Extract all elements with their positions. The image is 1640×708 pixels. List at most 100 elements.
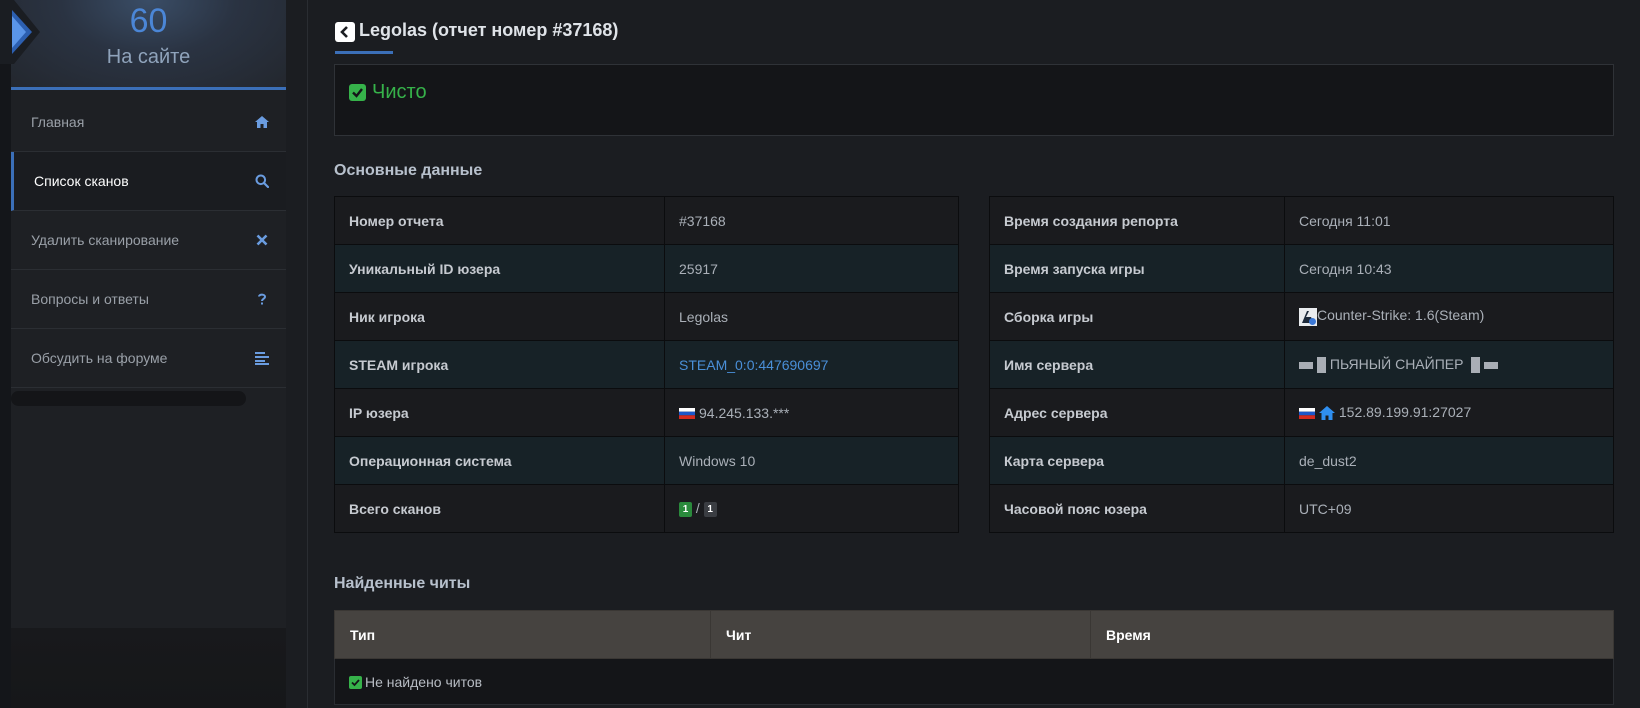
row-key: Имя сервера [989,340,1285,389]
window-edge [0,0,11,708]
cheats-table: Тип Чит Время Не найдено читов [334,610,1614,705]
table-row: Ник игрока Legolas [334,292,959,341]
row-value: Legolas [664,292,959,341]
content-divider [307,0,308,708]
server-name-value: ПЬЯНЫЙ СНАЙПЕР [1329,355,1464,372]
page-title: Legolas (отчет номер #37168) [359,20,619,40]
table-row: Время создания репорта Сегодня 11:01 [989,196,1614,245]
ip-value: 94.245.133.*** [699,404,790,421]
sidebar-item-scan-list[interactable]: Список сканов [11,152,286,211]
russia-flag-icon [1299,407,1315,419]
table-row: Сборка игры Counter-Strike: 1.6(Steam) [989,292,1614,341]
status-text: Чисто [372,81,427,103]
scans-separator: / [695,500,700,517]
search-icon [255,174,269,188]
russia-flag-icon [679,408,695,420]
sidebar-item-faq[interactable]: Вопросы и ответы [11,270,286,329]
column-header-time[interactable]: Время [1090,610,1614,659]
scans-badge-clean: 1 [679,501,692,517]
table-header-row: Тип Чит Время [334,610,1614,659]
info-table-left: Номер отчета #37168 Уникальный ID юзера … [334,196,959,533]
check-square-icon [349,676,362,690]
sidebar-scrollbar[interactable] [11,391,246,406]
sidebar-item-label: Список сканов [34,173,129,189]
row-value: 25917 [664,244,959,293]
server-name-cell: ПЬЯНЫЙ СНАЙПЕР [1284,340,1614,389]
table-row: Номер отчета #37168 [334,196,959,245]
sidebar-menu: Главная Список сканов Удалить сканирован… [11,93,286,388]
table-row: Не найдено читов [334,658,1614,705]
steam-id-cell: STEAM_0:0:447690697 [664,340,959,389]
row-key: Всего сканов [334,484,665,533]
block-glyph-icon [1471,357,1481,374]
row-key: Ник игрока [334,292,665,341]
sidebar-item-label: Обсудить на форуме [31,350,168,366]
sidebar-item-home[interactable]: Главная [11,93,286,152]
online-count: 60 [129,2,168,40]
table-row: IP юзера 94.245.133.*** [334,388,959,437]
block-glyph-icon [1299,361,1313,369]
game-build-value: Counter-Strike: 1.6(Steam) [1317,307,1485,324]
row-key: Часовой пояс юзера [989,484,1285,533]
sidebar-footer [11,628,286,708]
sidebar-item-label: Вопросы и ответы [31,291,149,307]
row-key: Сборка игры [989,292,1285,341]
table-row: Всего сканов 1 / 1 [334,484,959,533]
table-row: Часовой пояс юзера UTC+09 [989,484,1614,533]
online-label: На сайте [106,46,191,68]
scans-cell: 1 / 1 [664,484,959,533]
sidebar: 60 На сайте Главная Список сканов Удалит… [0,0,286,628]
row-value: UTC+09 [1284,484,1614,533]
close-icon [256,234,268,246]
chevron-left-icon [340,26,348,38]
main-data-title: Основные данные [334,162,483,179]
row-key: Карта сервера [989,436,1285,485]
row-key: Время создания репорта [989,196,1285,245]
title-underline [335,51,393,54]
row-key: Адрес сервера [989,388,1285,437]
table-row: Карта сервера de_dust2 [989,436,1614,485]
column-header-cheat[interactable]: Чит [710,610,1091,659]
row-key: Номер отчета [334,196,665,245]
ip-cell: 94.245.133.*** [664,388,959,437]
steam-id-link[interactable]: STEAM_0:0:447690697 [679,357,828,373]
sidebar-item-label: Удалить сканирование [31,232,180,248]
row-key: IP юзера [334,388,665,437]
table-row: STEAM игрока STEAM_0:0:447690697 [334,340,959,389]
home-icon [255,116,269,128]
row-value: Windows 10 [664,436,959,485]
empty-text: Не найдено читов [365,673,483,690]
question-icon [258,293,267,305]
column-header-type[interactable]: Тип [334,610,711,659]
table-row: Адрес сервера 152.89.199.91:27027 [989,388,1614,437]
block-glyph-icon [1484,361,1499,369]
sidebar-item-forum[interactable]: Обсудить на форуме [11,329,286,388]
check-square-icon [349,84,366,101]
row-value: Сегодня 11:01 [1284,196,1614,245]
sidebar-item-label: Главная [31,114,85,130]
server-address-value: 152.89.199.91:27027 [1338,403,1472,420]
row-key: Время запуска игры [989,244,1285,293]
row-key: Уникальный ID юзера [334,244,665,293]
scans-badge-total: 1 [703,501,717,517]
cheats-title: Найденные читы [334,575,471,592]
table-row: Время запуска игры Сегодня 10:43 [989,244,1614,293]
info-table-right: Время создания репорта Сегодня 11:01 Вре… [989,196,1614,533]
counter-strike-icon [1299,307,1317,326]
block-glyph-icon [1316,357,1326,374]
home-icon [1318,406,1335,421]
status-panel: Чисто [334,64,1614,136]
align-left-icon [255,352,269,365]
row-value: de_dust2 [1284,436,1614,485]
game-build-cell: Counter-Strike: 1.6(Steam) [1284,292,1614,341]
table-row: Уникальный ID юзера 25917 [334,244,959,293]
back-button[interactable] [335,22,355,42]
online-counter: 60 На сайте [0,0,286,90]
table-row: Операционная система Windows 10 [334,436,959,485]
row-value: #37168 [664,196,959,245]
table-row: Имя сервера ПЬЯНЫЙ СНАЙПЕР [989,340,1614,389]
sidebar-item-delete-scan[interactable]: Удалить сканирование [11,211,286,270]
server-address-cell: 152.89.199.91:27027 [1284,388,1614,437]
row-key: Операционная система [334,436,665,485]
row-value: Сегодня 10:43 [1284,244,1614,293]
